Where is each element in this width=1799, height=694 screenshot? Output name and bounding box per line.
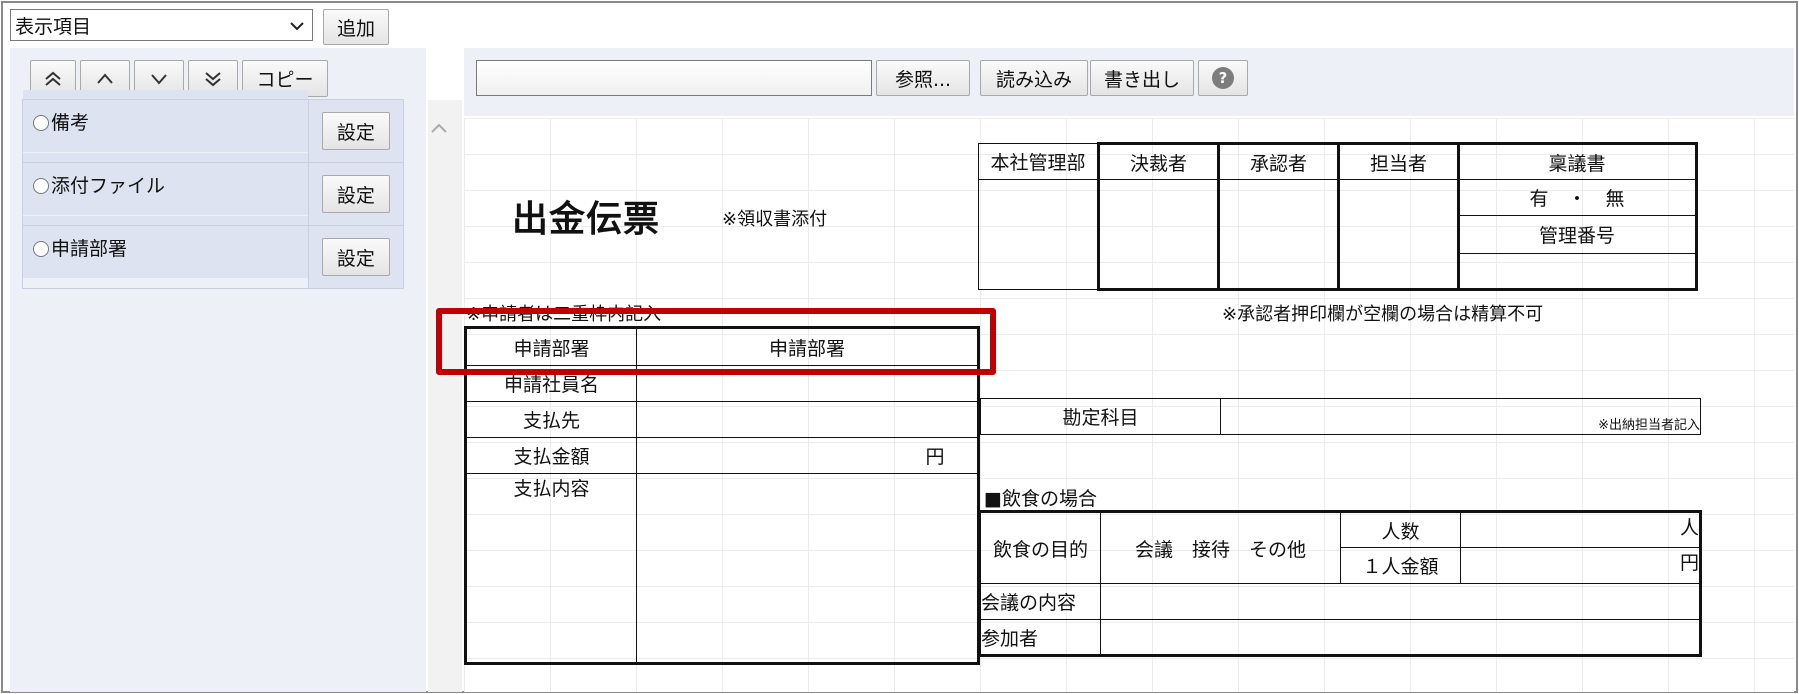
meeting-label: 会議の内容 <box>980 583 1101 620</box>
settings-button[interactable]: 設定 <box>321 112 390 150</box>
proposal-header: 稟議書 <box>1458 142 1698 180</box>
browse-button[interactable]: 参照... <box>876 60 970 96</box>
payee-label: 支払先 <box>463 401 638 438</box>
file-path-input[interactable] <box>476 60 872 96</box>
radio-button[interactable] <box>33 240 49 257</box>
double-chevron-up-icon <box>45 71 61 86</box>
per-person-label: １人金額 <box>1340 547 1461 584</box>
approval-stamp-table: 本社管理部 決裁者 承認者 担当者 <box>978 142 1460 291</box>
add-button[interactable]: 追加 <box>323 9 389 45</box>
food-purpose-options[interactable]: 会議 接待 その他 <box>1100 510 1341 584</box>
help-icon: ? <box>1212 67 1234 89</box>
control-number-label: 管理番号 <box>1458 215 1698 254</box>
content-label: 支払内容 <box>463 473 638 665</box>
radio-button[interactable] <box>33 114 49 131</box>
receipt-note: ※領収書添付 <box>722 209 828 230</box>
header-cell: 担当者 <box>1337 142 1460 180</box>
application-form: 申請部署 申請部署 申請社員名 支払先 支払金額 円 支払内容 <box>463 326 980 665</box>
control-number-value[interactable] <box>1458 253 1698 291</box>
help-button[interactable]: ? <box>1198 60 1248 96</box>
chevron-down-icon <box>151 73 167 85</box>
food-heading: ■飲食の場合 <box>984 488 1097 510</box>
attendees-label: 参加者 <box>980 619 1101 657</box>
stamp-cell[interactable] <box>1097 179 1219 291</box>
form-title: 出金伝票 <box>512 199 661 240</box>
item-label: 添付ファイル <box>51 174 166 197</box>
per-person-unit[interactable]: 円 <box>1460 547 1702 584</box>
stamp-cell[interactable] <box>1337 179 1460 291</box>
proposal-table: 稟議書 有 ・ 無 管理番号 <box>1458 142 1698 291</box>
header-cell: 決裁者 <box>1097 142 1219 180</box>
attendees-value[interactable] <box>1100 619 1702 657</box>
account-note: ※出納担当者記入 <box>1598 418 1700 433</box>
account-table: 勘定科目 ※出納担当者記入 <box>980 398 1701 435</box>
amount-label: 支払金額 <box>463 437 638 474</box>
account-label: 勘定科目 <box>980 398 1221 435</box>
double-chevron-down-icon <box>205 71 221 86</box>
item-label: 備考 <box>51 111 90 134</box>
header-cell: 承認者 <box>1217 142 1339 180</box>
approval-note: ※承認者押印欄が空欄の場合は精算不可 <box>1222 304 1544 325</box>
chevron-up-icon <box>97 72 113 84</box>
meeting-value[interactable] <box>1100 583 1702 620</box>
chevron-down-icon <box>290 22 304 31</box>
settings-button[interactable]: 設定 <box>321 175 390 213</box>
item-list: 備考 設定 添付ファイル 設定 申請部署 設定 <box>22 89 405 289</box>
stamp-cell[interactable] <box>1217 179 1339 291</box>
export-button[interactable]: 書き出し <box>1090 60 1194 96</box>
people-unit[interactable]: 人 <box>1460 510 1702 548</box>
display-item-select-value: 表示項目 <box>15 15 92 38</box>
scroll-up-icon[interactable] <box>428 118 450 140</box>
payee-value[interactable] <box>636 401 980 438</box>
account-value[interactable]: ※出納担当者記入 <box>1220 398 1701 435</box>
settings-button[interactable]: 設定 <box>321 238 390 276</box>
food-purpose-label: 飲食の目的 <box>980 510 1101 584</box>
people-label: 人数 <box>1340 510 1461 548</box>
amount-value[interactable] <box>636 437 893 474</box>
display-item-select[interactable]: 表示項目 <box>10 9 313 41</box>
radio-button[interactable] <box>33 177 49 194</box>
proposal-options[interactable]: 有 ・ 無 <box>1458 179 1698 216</box>
highlight-box <box>436 308 996 375</box>
vertical-scrollbar[interactable] <box>428 100 462 692</box>
yen-unit: 円 <box>892 437 980 474</box>
list-item[interactable]: 申請部署 設定 <box>22 215 405 289</box>
content-value[interactable] <box>636 473 980 665</box>
stamp-cell[interactable] <box>978 179 1099 290</box>
item-label: 申請部署 <box>51 237 128 260</box>
food-table: 飲食の目的 会議 接待 その他 人数 人 １人金額 円 会議の内容 参加者 <box>980 510 1702 657</box>
header-cell: 本社管理部 <box>978 143 1099 180</box>
import-button[interactable]: 読み込み <box>980 60 1088 96</box>
